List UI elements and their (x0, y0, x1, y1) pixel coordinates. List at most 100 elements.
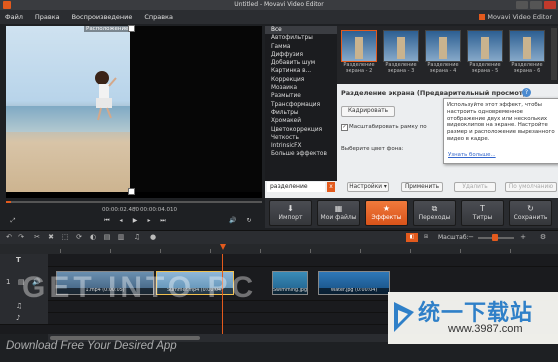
brand-label: Movavi Video Editor (479, 13, 552, 21)
minimize-button[interactable] (516, 1, 528, 9)
zoom-slider-handle[interactable] (492, 234, 498, 241)
site-logo: 统一下载站 www.3987.com (388, 292, 558, 344)
menu-help[interactable]: Справка (139, 10, 178, 21)
help-icon[interactable]: ? (522, 88, 531, 97)
rotate-icon[interactable]: ⟳ (74, 233, 84, 242)
logo-mark-icon (394, 302, 414, 332)
logo-url: www.3987.com (448, 323, 523, 335)
menu-playback[interactable]: Воспроизведение (67, 10, 138, 21)
video-preview[interactable]: Расположение (6, 25, 262, 198)
default-button[interactable]: По умолчанию (505, 182, 557, 192)
save-icon: ↻ (527, 204, 534, 213)
effects-category-item[interactable]: Трансформация (265, 101, 337, 109)
effect-thumbnail[interactable]: Разделение экрана - 5 (467, 30, 503, 76)
fullscreen-icon[interactable]: ⤢ (8, 217, 18, 225)
tab-save[interactable]: ↻ Сохранить (509, 200, 552, 226)
apply-button[interactable]: Применить (401, 182, 443, 192)
tab-titles[interactable]: T Титры (461, 200, 504, 226)
crop-handle[interactable] (128, 25, 135, 32)
files-icon: ▦ (334, 204, 343, 213)
seek-bar[interactable] (6, 198, 262, 206)
close-button[interactable] (544, 1, 556, 9)
effects-category-item[interactable]: Автофильтры (265, 34, 337, 42)
effect-thumbnail[interactable]: Разделение экрана - 4 (425, 30, 461, 76)
color-icon[interactable]: ◐ (88, 233, 98, 242)
effect-thumbnail[interactable]: Разделение экрана - 6 (509, 30, 545, 76)
audio-icon[interactable]: ♫ (132, 233, 142, 242)
thumbnail-image (509, 30, 545, 62)
tab-my-files[interactable]: ▦ Мои файлы (317, 200, 360, 226)
clear-search-icon[interactable]: x (327, 182, 335, 192)
effects-panel: Все Автофильтры Гамма Диффузия Добавить … (265, 26, 558, 198)
crop-handle[interactable] (128, 188, 135, 195)
preview-image (6, 26, 130, 192)
effects-category-item[interactable]: Гамма (265, 43, 337, 51)
effects-category-item[interactable]: Хромакей (265, 117, 337, 125)
seek-track (6, 201, 262, 203)
effects-category-item[interactable]: Добавить шум (265, 59, 337, 67)
track-header: T (0, 254, 48, 266)
music-track-icon: ♪ (16, 314, 21, 322)
zoom-out-icon[interactable]: − (466, 233, 476, 242)
timeline-clip[interactable]: Water.jpg (0:00:04) (318, 271, 390, 295)
split-icon[interactable]: ◧ (406, 233, 418, 242)
thumbnail-image (425, 30, 461, 62)
undo-icon[interactable]: ↶ (4, 233, 14, 242)
slideshow-icon[interactable]: ▥ (116, 233, 126, 242)
effects-category-item[interactable]: Четкость (265, 134, 337, 142)
tooltip-text: Используйте этот эффект, чтобы настроить… (447, 102, 555, 142)
redo-icon[interactable]: ↷ (16, 233, 26, 242)
timeline-settings-icon[interactable]: ⚙ (538, 233, 548, 242)
fit-icon[interactable]: ⊞ (420, 233, 432, 242)
effects-search-input[interactable]: разделение (267, 182, 325, 192)
window-title: Untitled - Movavi Video Editor (234, 1, 324, 8)
effect-thumbnail[interactable]: Разделение экрана - 2 (341, 30, 377, 76)
titles-icon: T (480, 204, 485, 213)
step-forward-icon[interactable]: ▸ (144, 217, 154, 225)
delete-icon[interactable]: ✖ (46, 233, 56, 242)
effects-category-item[interactable]: Больше эффектов (265, 150, 337, 158)
tab-import[interactable]: ⬇ Импорт (269, 200, 312, 226)
learn-more-link[interactable]: Узнать больше... (448, 152, 496, 159)
menu-file[interactable]: Файл (0, 10, 28, 21)
skip-forward-icon[interactable]: ⏭ (158, 217, 168, 225)
menu-edit[interactable]: Правка (30, 10, 65, 21)
effects-category-item[interactable]: IntrinsicFX (265, 142, 337, 150)
step-back-icon[interactable]: ◂ (116, 217, 126, 225)
tab-transitions[interactable]: ⧉ Переходы (413, 200, 456, 226)
effects-category-item[interactable]: Цветокоррекция (265, 126, 337, 134)
watermark-main: GET INTO PC (22, 271, 258, 304)
film-icon[interactable]: ▤ (102, 233, 112, 242)
thumbnails-scrollbar[interactable] (551, 28, 557, 80)
play-icon[interactable]: ▶ (130, 217, 140, 225)
effects-category-item[interactable]: Диффузия (265, 51, 337, 59)
timeline-clip[interactable]: Swimming.jpg (0:00:04) (272, 271, 308, 295)
record-icon[interactable]: ● (148, 233, 158, 242)
effects-category-item[interactable]: Мозаика (265, 84, 337, 92)
effects-category-item[interactable]: Фильтры (265, 109, 337, 117)
volume-icon[interactable]: 🔊 (228, 217, 238, 225)
zoom-in-icon[interactable]: + (518, 233, 528, 242)
scale-checkbox-label: Масштабировать рамку по (349, 124, 427, 130)
brand-icon (479, 14, 486, 20)
effect-thumbnail[interactable]: Разделение экрана - 3 (383, 30, 419, 76)
maximize-button[interactable] (530, 1, 542, 9)
playhead-marker[interactable] (220, 244, 226, 250)
track-header: ♪ (0, 312, 48, 324)
jumping-girl-figure (95, 71, 117, 121)
skip-back-icon[interactable]: ⏮ (102, 217, 112, 225)
cut-icon[interactable]: ✂ (32, 233, 42, 242)
window-controls (516, 1, 556, 9)
settings-button[interactable]: Настройки ▾ (347, 182, 389, 192)
effects-category-item[interactable]: Картинка в... (265, 67, 337, 75)
effects-category-item[interactable]: Размытие (265, 92, 337, 100)
effects-category-item[interactable]: Коррекция (265, 76, 337, 84)
tab-effects[interactable]: ★ Эффекты (365, 200, 408, 226)
loop-icon[interactable]: ↻ (244, 217, 254, 225)
scale-checkbox[interactable]: ✓ (341, 124, 348, 131)
effects-category-item[interactable]: Все (265, 26, 337, 35)
crop-button[interactable]: Кадрировать (341, 106, 395, 117)
crop-icon[interactable]: ⬚ (60, 233, 70, 242)
main-tabs: ⬇ Импорт ▦ Мои файлы ★ Эффекты ⧉ Переходы TТ… (265, 198, 558, 228)
delete-button[interactable]: Удалить (454, 182, 496, 192)
